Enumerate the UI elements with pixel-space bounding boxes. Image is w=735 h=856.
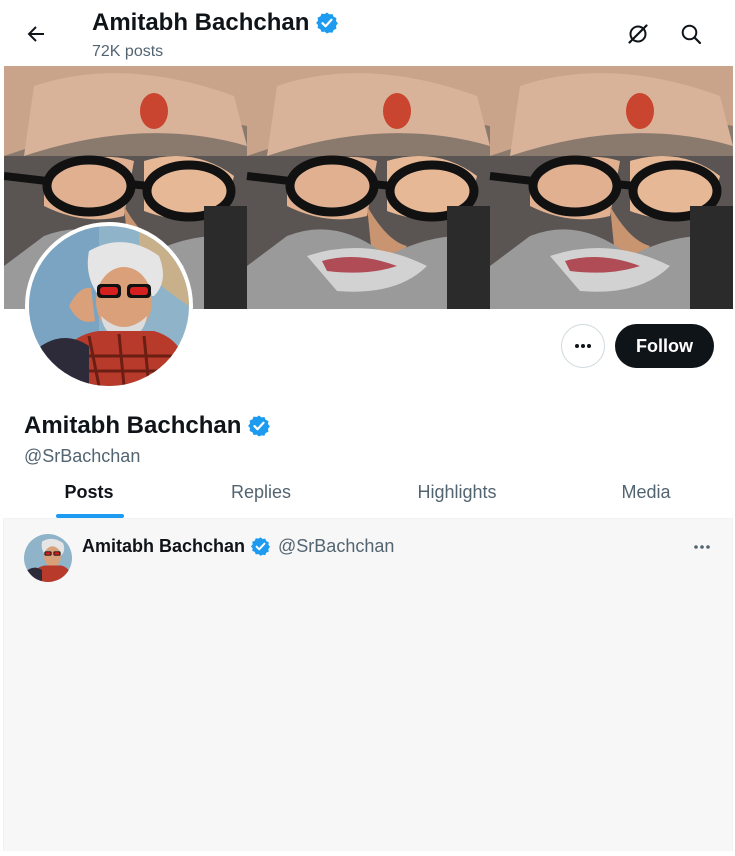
profile-name: Amitabh Bachchan: [24, 412, 242, 439]
post-author-handle[interactable]: @SrBachchan: [278, 536, 394, 557]
tab-media[interactable]: Media: [567, 466, 725, 518]
back-button[interactable]: [20, 18, 52, 50]
post-author-name[interactable]: Amitabh Bachchan: [82, 536, 245, 557]
search-button[interactable]: [675, 18, 707, 50]
post-more-button[interactable]: [687, 535, 717, 559]
header-name: Amitabh Bachchan: [92, 9, 310, 36]
tab-posts[interactable]: Posts: [3, 466, 175, 518]
verified-badge-icon[interactable]: [247, 414, 271, 438]
verified-badge-icon: [316, 12, 339, 34]
post-author-avatar[interactable]: [24, 534, 72, 582]
tab-replies[interactable]: Replies: [175, 466, 347, 518]
grok-button[interactable]: [622, 18, 654, 50]
header-title-row: Amitabh Bachchan: [92, 9, 339, 37]
arrow-left-icon: [27, 26, 44, 42]
verified-badge-icon: [250, 537, 271, 556]
post-header: Amitabh Bachchan @SrBachchan: [82, 536, 394, 557]
profile-tabs: Posts Replies Highlights Media: [3, 466, 733, 519]
post-count: 72K posts: [92, 43, 164, 60]
tab-highlights[interactable]: Highlights: [347, 466, 567, 518]
more-horizontal-icon: [575, 344, 591, 348]
follow-button[interactable]: Follow: [615, 324, 714, 368]
active-tab-indicator: [56, 514, 124, 518]
search-icon: [681, 24, 702, 45]
post-avatar-image: [24, 534, 72, 582]
profile-avatar[interactable]: [25, 222, 193, 390]
more-horizontal-icon: [694, 545, 710, 549]
posts-feed: Amitabh Bachchan @SrBachchan: [3, 519, 733, 851]
profile-name-row: Amitabh Bachchan: [24, 412, 271, 440]
grok-icon: [628, 24, 648, 44]
profile-more-button[interactable]: [561, 324, 605, 368]
top-bar: Amitabh Bachchan 72K posts: [0, 0, 735, 66]
profile-handle: @SrBachchan: [24, 446, 141, 466]
avatar-image: [29, 226, 189, 386]
